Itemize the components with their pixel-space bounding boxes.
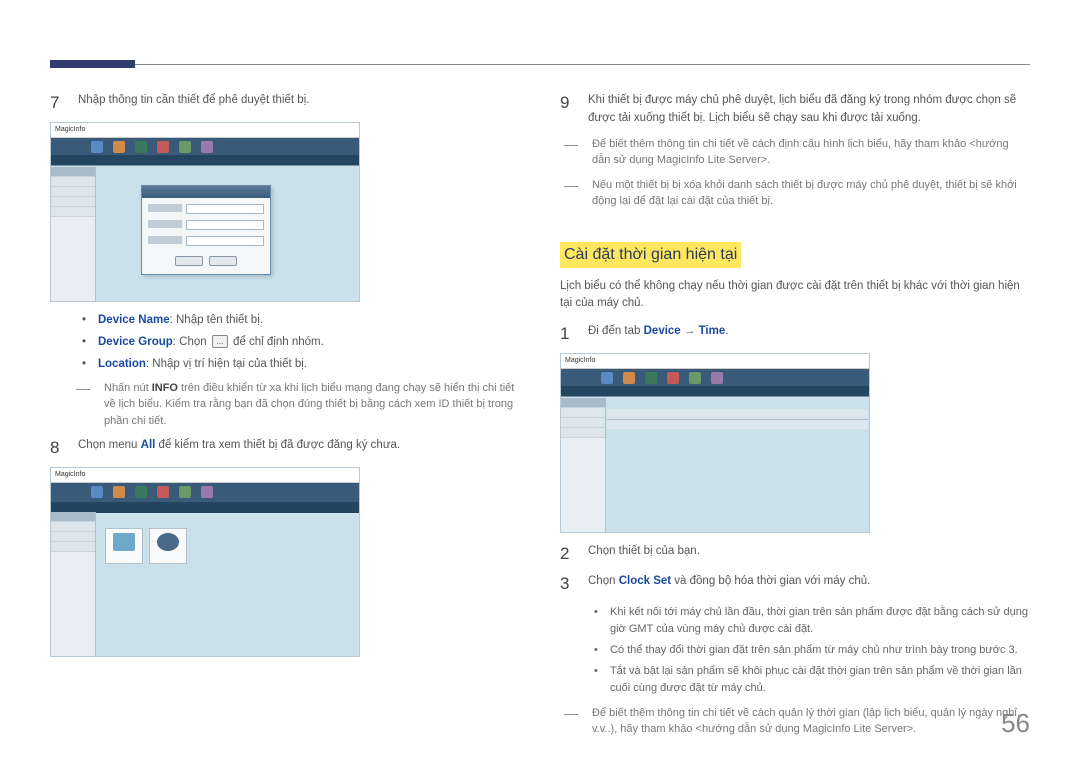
toolbar-icon	[645, 372, 657, 384]
dash-icon: ―	[76, 380, 96, 430]
device-thumb	[105, 528, 143, 564]
dialog-cancel-button	[209, 256, 237, 266]
section-heading-time-settings: Cài đặt thời gian hiện tại	[560, 242, 741, 268]
screenshot-approval-dialog: MagicInfo	[50, 122, 360, 302]
time-management-note: ― Để biết thêm thông tin chi tiết về các…	[564, 705, 1030, 738]
toolbar-icon	[601, 372, 613, 384]
time-notes: •Khi kết nối tới máy chủ lần đầu, thời g…	[594, 604, 1030, 697]
toolbar-icon	[113, 486, 125, 498]
menu-all: All	[141, 439, 156, 451]
toolbar-icon	[157, 141, 169, 153]
table-row	[607, 420, 868, 430]
step-8: 8 Chọn menu All để kiểm tra xem thiết bị…	[50, 437, 520, 459]
toolbar-icon	[135, 141, 147, 153]
step-number: 9	[560, 92, 574, 114]
screenshot-sidebar	[51, 512, 96, 656]
screenshot-logo: MagicInfo	[51, 123, 359, 138]
step-text: Nhập thông tin cần thiết để phê duyệt th…	[78, 92, 520, 110]
toolbar-icon	[623, 372, 635, 384]
screenshot-toolbar	[51, 138, 359, 156]
dash-icon: ―	[564, 136, 584, 169]
screenshot-dialog	[141, 185, 271, 275]
toolbar-icon	[157, 486, 169, 498]
dash-icon: ―	[564, 705, 584, 738]
time-note-item: •Có thể thay đổi thời gian đặt trên sản …	[594, 642, 1030, 659]
time-note-item: •Khi kết nối tới máy chủ lần đầu, thời g…	[594, 604, 1030, 638]
toolbar-icon	[667, 372, 679, 384]
step-1: 1 Đi đến tab Device → Time.	[560, 323, 1030, 345]
device-delete-note: ― Nếu một thiết bị bị xóa khỏi danh sách…	[564, 177, 1030, 210]
content-columns: 7 Nhập thông tin cần thiết để phê duyệt …	[50, 92, 1030, 746]
field-device-name: • Device Name: Nhập tên thiết bị.	[82, 312, 520, 330]
toolbar-icon	[201, 486, 213, 498]
step-9: 9 Khi thiết bị được máy chủ phê duyệt, l…	[560, 92, 1030, 128]
step-text: Chọn menu All để kiểm tra xem thiết bị đ…	[78, 437, 520, 455]
toolbar-icon	[179, 486, 191, 498]
field-label: Location	[98, 358, 146, 370]
tab-time: Time	[699, 325, 726, 337]
toolbar-icon	[135, 486, 147, 498]
step-number: 8	[50, 437, 64, 459]
field-device-group: • Device Group: Chọn ... để chỉ định nhó…	[82, 334, 520, 352]
screenshot-device-list: MagicInfo	[50, 467, 360, 657]
step-3: 3 Chọn Clock Set và đồng bộ hóa thời gia…	[560, 573, 1030, 595]
step-number: 7	[50, 92, 64, 114]
screenshot-logo: MagicInfo	[51, 468, 359, 483]
screenshot-sidebar	[51, 167, 96, 301]
info-note: ― Nhấn nút INFO trên điều khiển từ xa kh…	[76, 380, 520, 430]
field-label: Device Group	[98, 336, 173, 348]
dialog-ok-button	[175, 256, 203, 266]
toolbar-icon	[179, 141, 191, 153]
section-lead: Lịch biểu có thể không chạy nếu thời gia…	[560, 278, 1030, 314]
step-number: 3	[560, 573, 574, 595]
toolbar-icon	[91, 486, 103, 498]
dash-icon: ―	[564, 177, 584, 210]
screenshot-toolbar	[51, 483, 359, 501]
header-rule	[50, 64, 1030, 65]
right-column: 9 Khi thiết bị được máy chủ phê duyệt, l…	[560, 92, 1030, 746]
toolbar-icon	[711, 372, 723, 384]
field-location: • Location: Nhập vị trí hiện tại của thi…	[82, 356, 520, 374]
screenshot-toolbar	[561, 369, 869, 387]
screenshot-logo: MagicInfo	[561, 354, 869, 369]
toolbar-icon	[201, 141, 213, 153]
step-text: Chọn Clock Set và đồng bộ hóa thời gian …	[588, 573, 1030, 591]
table-header	[607, 409, 868, 420]
screenshot-time-tab: MagicInfo	[560, 353, 870, 533]
time-note-item: •Tắt và bật lại sản phẩm sẽ khôi phục cà…	[594, 663, 1030, 697]
step-number: 1	[560, 323, 574, 345]
dialog-titlebar	[142, 186, 270, 198]
field-descriptions: • Device Name: Nhập tên thiết bị. • Devi…	[82, 312, 520, 373]
header-accent	[50, 60, 135, 68]
step-text: Khi thiết bị được máy chủ phê duyệt, lịc…	[588, 92, 1030, 128]
info-button-label: INFO	[152, 382, 178, 394]
toolbar-icon	[689, 372, 701, 384]
left-column: 7 Nhập thông tin cần thiết để phê duyệt …	[50, 92, 520, 746]
toolbar-icon	[113, 141, 125, 153]
page-number: 56	[1001, 708, 1030, 739]
schedule-config-note: ― Để biết thêm thông tin chi tiết về các…	[564, 136, 1030, 169]
step-text: Chọn thiết bị của bạn.	[588, 543, 1030, 561]
tab-device: Device	[644, 325, 681, 337]
toolbar-icon	[91, 141, 103, 153]
clock-set-label: Clock Set	[619, 575, 671, 587]
step-7: 7 Nhập thông tin cần thiết để phê duyệt …	[50, 92, 520, 114]
step-text: Đi đến tab Device → Time.	[588, 323, 1030, 341]
device-thumb	[149, 528, 187, 564]
browse-icon: ...	[212, 335, 228, 348]
field-label: Device Name	[98, 314, 170, 326]
step-number: 2	[560, 543, 574, 565]
step-2: 2 Chọn thiết bị của bạn.	[560, 543, 1030, 565]
screenshot-sidebar	[561, 398, 606, 532]
